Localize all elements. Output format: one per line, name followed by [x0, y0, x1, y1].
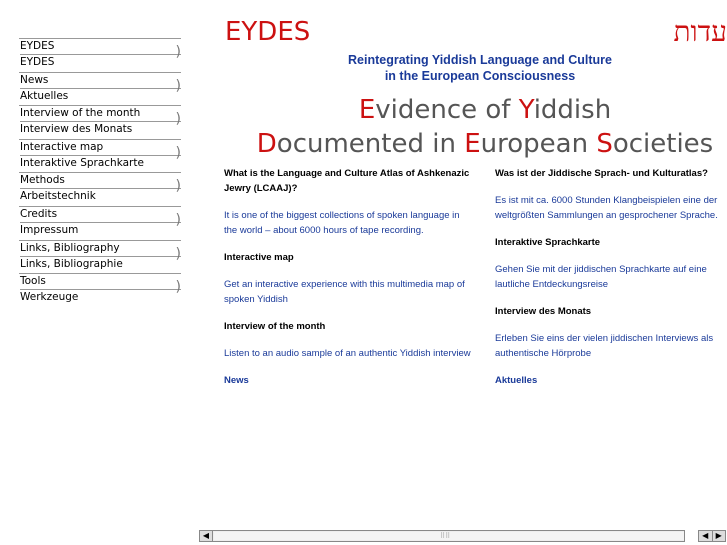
nav-item-credits[interactable]: Credits Impressum ) — [19, 205, 181, 239]
nav-label-de: Impressum — [20, 223, 79, 236]
scroll-right-arrow-icon[interactable]: ▶ — [713, 531, 726, 541]
nav-item-methods[interactable]: Methods Arbeitstechnik ) — [19, 172, 181, 205]
lcaaj-question: What is the Language and Culture Atlas o… — [224, 168, 470, 194]
interview-link[interactable]: Listen to an audio sample of an authenti… — [224, 346, 474, 361]
scroll-arrows[interactable]: ◀ ▶ — [698, 530, 726, 542]
headline-text: ocieties — [612, 129, 714, 159]
interview-heading: Interview of the month — [224, 321, 326, 332]
chevron-icon: ) — [175, 279, 181, 296]
nav-item-eydes[interactable]: EYDES EYDES ) — [19, 38, 181, 71]
interactive-map-heading: Interactive map — [224, 252, 294, 263]
chevron-icon: ) — [175, 44, 181, 60]
site-logo: EYDES — [225, 17, 311, 47]
aktuelles-link[interactable]: Aktuelles — [495, 373, 727, 388]
headline-line-1: Evidence of Yiddish — [225, 93, 727, 127]
sidebar-nav: EYDES EYDES ) News Aktuelles ) Interview… — [19, 38, 181, 307]
nav-label-en: Links, Bibliography — [20, 241, 181, 257]
nav-item-map[interactable]: Interactive map Interaktive Sprachkarte … — [19, 138, 181, 172]
nav-label-de: Interview des Monats — [20, 123, 133, 136]
interactive-map-link[interactable]: Get an interactive experience with this … — [224, 277, 474, 307]
chevron-icon: ) — [175, 111, 181, 128]
nav-item-tools[interactable]: Tools Werkzeuge ) — [19, 273, 181, 306]
english-column: What is the Language and Culture Atlas o… — [224, 166, 474, 400]
hebrew-logo: עדות — [673, 15, 727, 48]
nav-label-en: Tools — [20, 274, 181, 291]
headline-initial: Y — [518, 95, 534, 125]
news-link[interactable]: News — [224, 373, 474, 388]
chevron-icon: ) — [175, 144, 181, 161]
nav-label-en: News — [20, 73, 181, 89]
sprachkarte-link[interactable]: Gehen Sie mit der jiddischen Sprachkarte… — [495, 262, 727, 292]
sprachkarte-heading: Interaktive Sprachkarte — [495, 237, 601, 248]
nav-label-de: Werkzeuge — [20, 291, 79, 304]
chevron-icon: ) — [175, 178, 181, 195]
nav-label-de: Arbeitstechnik — [20, 190, 96, 203]
interview-monats-link[interactable]: Erleben Sie eins der vielen jiddischen I… — [495, 331, 727, 361]
headline-text: vidence of — [375, 95, 519, 125]
headline-initial: S — [596, 129, 613, 159]
lcaaj-answer-link[interactable]: It is one of the biggest collections of … — [224, 208, 474, 238]
headline-text: iddish — [533, 95, 612, 125]
nav-label-en: Credits — [20, 207, 181, 223]
chevron-icon: ) — [175, 245, 181, 262]
nav-label-en: Methods — [20, 173, 181, 190]
nav-label-en: EYDES — [20, 39, 181, 55]
headline-text: uropean — [480, 129, 597, 159]
nav-item-links[interactable]: Links, Bibliography Links, Bibliographie… — [19, 239, 181, 273]
scroll-left-arrow-icon[interactable]: ◀ — [699, 531, 713, 541]
nav-item-interview[interactable]: Interview of the month Interview des Mon… — [19, 105, 181, 138]
headline-line-2: Documented in European Societies — [225, 127, 727, 161]
nav-item-news[interactable]: News Aktuelles ) — [19, 71, 181, 105]
german-column: Was ist der Jiddische Sprach- und Kultur… — [495, 166, 727, 400]
nav-label-en: Interactive map — [20, 140, 181, 156]
atlas-question: Was ist der Jiddische Sprach- und Kultur… — [495, 168, 708, 179]
headline-initial: D — [256, 129, 277, 159]
scroll-left-button[interactable]: ◀ — [200, 531, 213, 541]
headline-initial: E — [358, 95, 376, 125]
nav-label-en: Interview of the month — [20, 106, 181, 123]
headline-initial: E — [464, 129, 481, 159]
chevron-icon: ) — [175, 77, 181, 94]
headline: Evidence of Yiddish Documented in Europe… — [225, 93, 727, 161]
subtitle: Reintegrating Yiddish Language and Cultu… — [330, 52, 630, 84]
subtitle-line-2: in the European Consciousness — [384, 69, 576, 83]
headline-text: ocumented in — [276, 129, 465, 159]
nav-label-de: Interaktive Sprachkarte — [20, 156, 144, 169]
chevron-icon: ) — [175, 211, 181, 228]
subtitle-line-1: Reintegrating Yiddish Language and Cultu… — [348, 53, 612, 67]
nav-label-de: Aktuelles — [20, 89, 69, 102]
horizontal-scrollbar[interactable]: ◀ ⠿⠿ — [199, 530, 685, 542]
interview-monats-heading: Interview des Monats — [495, 306, 592, 317]
atlas-answer-link[interactable]: Es ist mit ca. 6000 Stunden Klangbeispie… — [495, 193, 727, 223]
grip-icon: ⠿⠿ — [440, 532, 451, 540]
nav-label-de: Links, Bibliographie — [20, 257, 123, 270]
nav-label-de: EYDES — [20, 56, 55, 68]
